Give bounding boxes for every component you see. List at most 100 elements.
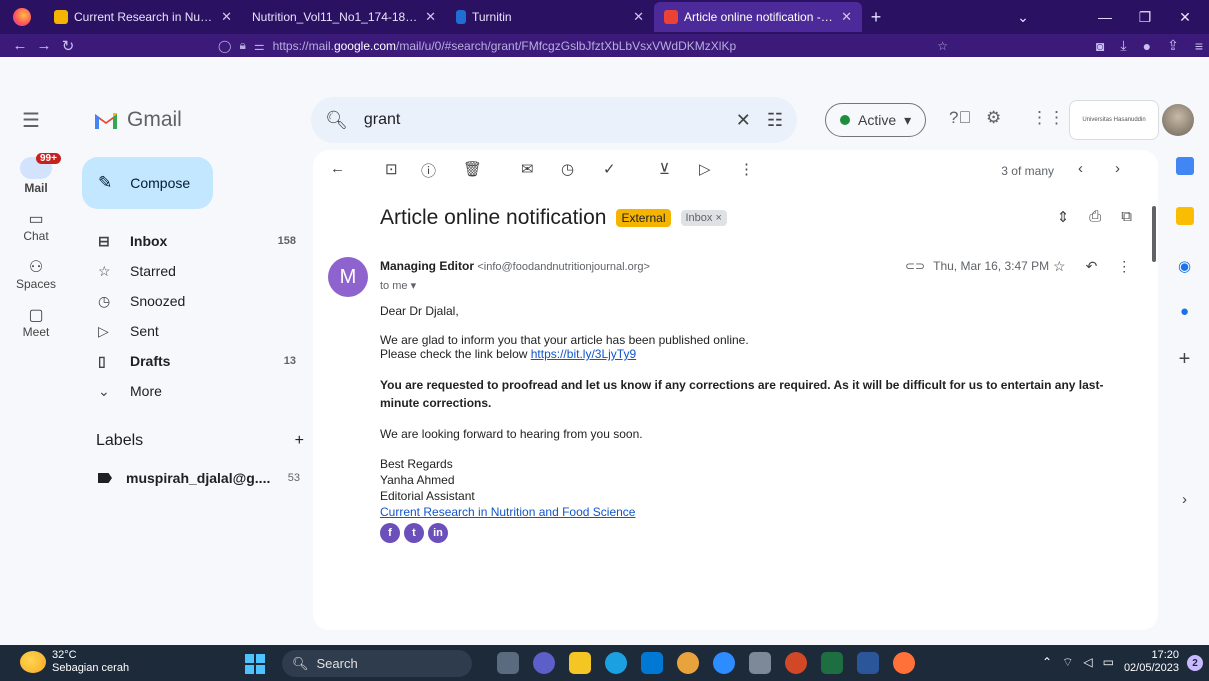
- chrome-icon[interactable]: [677, 652, 699, 674]
- address-bar[interactable]: ◯ 🔒︎ ⚌ https://mail.google.com/mail/u/0/…: [218, 36, 948, 55]
- firefox-menu-icon[interactable]: [0, 0, 44, 34]
- archive-icon[interactable]: ⊡: [385, 160, 398, 178]
- close-tab-icon[interactable]: ✕: [425, 9, 436, 25]
- account-avatar[interactable]: [1162, 104, 1194, 136]
- notification-badge[interactable]: 2: [1187, 655, 1203, 671]
- nav-starred[interactable]: ☆ Starred: [82, 256, 304, 286]
- calendar-icon[interactable]: [1160, 157, 1209, 179]
- nav-drafts[interactable]: ▯ Drafts 13: [82, 346, 304, 376]
- nav-more[interactable]: ⌄ More: [82, 376, 304, 406]
- get-addons-icon[interactable]: +: [1160, 348, 1209, 371]
- add-label-icon[interactable]: +: [295, 432, 304, 450]
- compose-button[interactable]: ✎ Compose: [82, 157, 213, 209]
- taskbar-search[interactable]: 🔍︎ Search: [282, 650, 472, 677]
- volume-icon[interactable]: ◁: [1083, 655, 1092, 669]
- linkedin-icon[interactable]: in: [428, 523, 448, 543]
- wifi-icon[interactable]: ⌔: [1062, 655, 1073, 670]
- excel-icon[interactable]: [821, 652, 843, 674]
- close-tab-icon[interactable]: ✕: [633, 9, 644, 25]
- new-tab-button[interactable]: +: [862, 7, 890, 28]
- clock[interactable]: 17:20 02/05/2023: [1124, 649, 1179, 675]
- back-icon[interactable]: ←: [8, 37, 32, 54]
- report-spam-icon[interactable]: ⓘ: [421, 160, 436, 181]
- move-to-icon[interactable]: ⊻: [659, 160, 670, 178]
- rail-spaces[interactable]: ⚇ Spaces: [0, 257, 72, 291]
- rail-chat[interactable]: ▭ Chat: [0, 209, 72, 243]
- search-input[interactable]: [363, 111, 720, 129]
- facebook-icon[interactable]: f: [380, 523, 400, 543]
- message-more-icon[interactable]: ⋮: [1117, 258, 1131, 275]
- label-icon[interactable]: ▷: [699, 160, 711, 178]
- inbox-chip[interactable]: Inbox ×: [680, 210, 727, 226]
- add-task-icon[interactable]: ✓: [603, 160, 616, 178]
- expand-all-icon[interactable]: ⇕: [1057, 208, 1070, 226]
- newer-icon[interactable]: ‹: [1078, 160, 1083, 177]
- search-icon[interactable]: 🔍︎: [325, 110, 348, 131]
- download-icon[interactable]: ⤓: [1120, 37, 1126, 54]
- minimize-button[interactable]: —: [1085, 0, 1125, 34]
- twitter-icon[interactable]: t: [404, 523, 424, 543]
- firefox-icon[interactable]: [893, 652, 915, 674]
- journal-link[interactable]: Current Research in Nutrition and Food S…: [380, 505, 635, 519]
- forward-icon[interactable]: →: [32, 37, 56, 54]
- tab-pdf[interactable]: Nutrition_Vol11_No1_174-186.pdf ✕: [242, 2, 446, 32]
- settings-gear-icon[interactable]: ⚙: [986, 108, 1001, 128]
- back-to-list-icon[interactable]: ←: [330, 160, 345, 177]
- tab-turnitin[interactable]: Turnitin ✕: [446, 2, 654, 32]
- teams-chat-icon[interactable]: [533, 652, 555, 674]
- show-hidden-icons-icon[interactable]: ⌃: [1042, 655, 1052, 669]
- nav-sent[interactable]: ▷ Sent: [82, 316, 304, 346]
- star-message-icon[interactable]: ☆: [1053, 258, 1066, 275]
- pocket-icon[interactable]: ◙: [1096, 38, 1104, 54]
- store-icon[interactable]: [641, 652, 663, 674]
- battery-icon[interactable]: ▭: [1103, 655, 1114, 669]
- recipients-toggle[interactable]: to me ▾: [380, 279, 416, 292]
- article-link[interactable]: https://bit.ly/3LjyTy9: [531, 347, 636, 361]
- close-tab-icon[interactable]: ✕: [841, 9, 852, 25]
- reply-icon[interactable]: ↶: [1086, 258, 1098, 275]
- list-all-tabs-icon[interactable]: ⌄: [1003, 0, 1043, 34]
- sender-avatar[interactable]: M: [328, 257, 368, 297]
- extension-icon[interactable]: ●: [1143, 38, 1151, 54]
- bookmark-star-icon[interactable]: ☆: [937, 39, 948, 53]
- email-scrollbar[interactable]: [1152, 206, 1156, 262]
- task-view-icon[interactable]: [497, 652, 519, 674]
- clear-search-icon[interactable]: ✕: [736, 110, 751, 131]
- weather-widget[interactable]: 32°C Sebagian cerah: [20, 649, 129, 675]
- reload-icon[interactable]: ↻: [56, 37, 80, 55]
- mark-unread-icon[interactable]: ✉: [521, 160, 534, 178]
- file-explorer-icon[interactable]: [569, 652, 591, 674]
- organization-logo[interactable]: Universitas Hasanuddin: [1069, 100, 1159, 140]
- word-icon[interactable]: [857, 652, 879, 674]
- help-icon[interactable]: ?⃝: [949, 108, 971, 128]
- older-icon[interactable]: ›: [1115, 160, 1120, 177]
- hide-side-panel-icon[interactable]: ›: [1160, 491, 1209, 508]
- mail-search-box[interactable]: 🔍︎ ✕ ☷: [311, 97, 797, 143]
- pen-tool-icon[interactable]: [749, 652, 771, 674]
- delete-icon[interactable]: 🗑︎: [463, 160, 482, 178]
- keep-icon[interactable]: [1160, 207, 1209, 229]
- restore-button[interactable]: ❐: [1125, 0, 1165, 34]
- snooze-icon[interactable]: ◷: [561, 160, 574, 178]
- tab-gmail-active[interactable]: Article online notification - mus ✕: [654, 2, 862, 32]
- tasks-icon[interactable]: ◉: [1160, 257, 1209, 275]
- nav-snoozed[interactable]: ◷ Snoozed: [82, 286, 304, 316]
- rail-mail[interactable]: 99+ Mail: [0, 153, 72, 195]
- zoom-icon[interactable]: [713, 652, 735, 674]
- start-button[interactable]: [245, 654, 265, 674]
- more-vertical-icon[interactable]: ⋮: [739, 160, 754, 178]
- tab-current-research[interactable]: Current Research in Nutrition an ✕: [44, 2, 242, 32]
- contacts-icon[interactable]: ●: [1160, 303, 1209, 320]
- hamburger-menu-icon[interactable]: ≡: [1195, 38, 1203, 54]
- rail-meet[interactable]: ▢ Meet: [0, 305, 72, 339]
- close-tab-icon[interactable]: ✕: [221, 9, 232, 25]
- open-new-window-icon[interactable]: ⧉: [1121, 208, 1132, 226]
- close-window-button[interactable]: ✕: [1165, 0, 1205, 34]
- print-icon[interactable]: ⎙: [1089, 208, 1101, 226]
- share-icon[interactable]: ⇪: [1167, 37, 1179, 54]
- gmail-logo[interactable]: Gmail: [93, 108, 182, 132]
- label-muspirah[interactable]: muspirah_djalal@g.... 53: [98, 470, 300, 486]
- powerpoint-icon[interactable]: [785, 652, 807, 674]
- nav-inbox[interactable]: ⊟ Inbox 158: [82, 226, 304, 256]
- apps-grid-icon[interactable]: ⋮⋮: [1031, 108, 1065, 128]
